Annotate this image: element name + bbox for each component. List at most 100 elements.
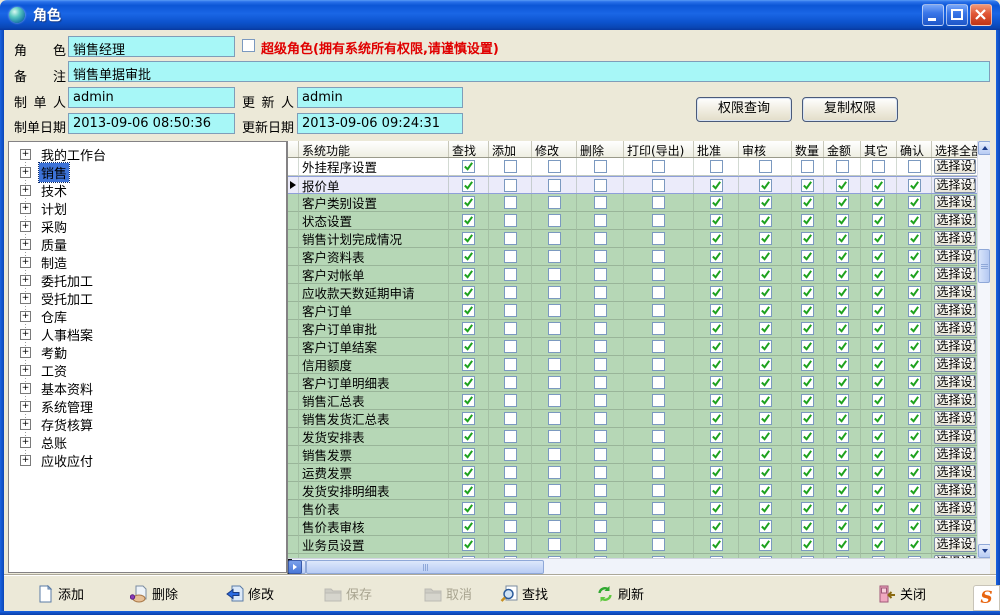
tree-item[interactable]: +总账 bbox=[9, 433, 286, 451]
permission-checkbox[interactable] bbox=[504, 232, 517, 245]
permission-checkbox[interactable] bbox=[759, 179, 772, 192]
toolbar-button[interactable]: 查找 bbox=[494, 580, 554, 607]
tree-item-label[interactable]: 存货核算 bbox=[39, 415, 95, 434]
permission-checkbox[interactable] bbox=[908, 376, 921, 389]
creator-input[interactable]: admin bbox=[68, 87, 235, 108]
permission-checkbox[interactable] bbox=[759, 520, 772, 533]
permission-checkbox[interactable] bbox=[836, 412, 849, 425]
permission-checkbox[interactable] bbox=[504, 196, 517, 209]
permission-checkbox[interactable] bbox=[548, 268, 561, 281]
permission-checkbox[interactable] bbox=[504, 466, 517, 479]
permission-checkbox[interactable] bbox=[759, 160, 772, 173]
permission-checkbox[interactable] bbox=[548, 358, 561, 371]
permission-checkbox[interactable] bbox=[594, 448, 607, 461]
permission-checkbox[interactable] bbox=[594, 520, 607, 533]
permission-checkbox[interactable] bbox=[759, 268, 772, 281]
row-select-button[interactable]: 选择设置 bbox=[934, 465, 976, 480]
close-button[interactable] bbox=[970, 4, 992, 26]
permission-checkbox[interactable] bbox=[462, 520, 475, 533]
maximize-button[interactable] bbox=[946, 4, 968, 26]
permission-checkbox[interactable] bbox=[908, 304, 921, 317]
row-select-button[interactable]: 选择设置 bbox=[934, 339, 976, 354]
permission-checkbox[interactable] bbox=[594, 214, 607, 227]
permission-checkbox[interactable] bbox=[548, 466, 561, 479]
tree-item-label[interactable]: 销售 bbox=[39, 163, 69, 182]
permission-checkbox[interactable] bbox=[836, 250, 849, 263]
tree-item-label[interactable]: 我的工作台 bbox=[39, 145, 108, 164]
row-select-button[interactable]: 选择设置 bbox=[934, 447, 976, 462]
permission-checkbox[interactable] bbox=[548, 448, 561, 461]
permission-checkbox[interactable] bbox=[504, 502, 517, 515]
expand-plus-icon[interactable]: + bbox=[20, 383, 31, 394]
permission-checkbox[interactable] bbox=[908, 179, 921, 192]
tree-item[interactable]: +计划 bbox=[9, 199, 286, 217]
permission-checkbox[interactable] bbox=[801, 232, 814, 245]
permission-checkbox[interactable] bbox=[801, 214, 814, 227]
permission-checkbox[interactable] bbox=[908, 448, 921, 461]
permission-checkbox[interactable] bbox=[594, 250, 607, 263]
remark-input[interactable]: 销售单据审批 bbox=[68, 61, 990, 82]
expand-plus-icon[interactable]: + bbox=[20, 329, 31, 340]
permission-checkbox[interactable] bbox=[710, 232, 723, 245]
permission-checkbox[interactable] bbox=[801, 268, 814, 281]
create-date-input[interactable]: 2013-09-06 08:50:36 bbox=[68, 113, 235, 134]
permission-checkbox[interactable] bbox=[872, 484, 885, 497]
permission-checkbox[interactable] bbox=[462, 286, 475, 299]
grid-row[interactable]: 报价单选择设置 bbox=[288, 176, 978, 194]
tree-item[interactable]: +质量 bbox=[9, 235, 286, 253]
grid-row[interactable]: 销售汇总表选择设置 bbox=[288, 392, 978, 410]
tree-item[interactable]: +技术 bbox=[9, 181, 286, 199]
expand-plus-icon[interactable]: + bbox=[20, 203, 31, 214]
tree-item-label[interactable]: 质量 bbox=[39, 235, 69, 254]
horizontal-scrollbar[interactable] bbox=[288, 558, 990, 574]
grid-row[interactable]: 售价表选择设置 bbox=[288, 500, 978, 518]
grid-row[interactable]: 客户订单结案选择设置 bbox=[288, 338, 978, 356]
permission-checkbox[interactable] bbox=[710, 196, 723, 209]
permission-checkbox[interactable] bbox=[801, 538, 814, 551]
permission-checkbox[interactable] bbox=[594, 232, 607, 245]
permission-checkbox[interactable] bbox=[548, 322, 561, 335]
tree-item[interactable]: +应收应付 bbox=[9, 451, 286, 469]
tree-item-label[interactable]: 采购 bbox=[39, 217, 69, 236]
permission-checkbox[interactable] bbox=[594, 322, 607, 335]
permission-checkbox[interactable] bbox=[710, 466, 723, 479]
permission-checkbox[interactable] bbox=[872, 196, 885, 209]
permission-checkbox[interactable] bbox=[652, 214, 665, 227]
tree-item[interactable]: +制造 bbox=[9, 253, 286, 271]
permission-query-button[interactable]: 权限查询 bbox=[696, 97, 792, 122]
permission-checkbox[interactable] bbox=[836, 538, 849, 551]
permission-checkbox[interactable] bbox=[801, 448, 814, 461]
permission-checkbox[interactable] bbox=[594, 358, 607, 371]
permission-checkbox[interactable] bbox=[872, 322, 885, 335]
permission-checkbox[interactable] bbox=[548, 376, 561, 389]
super-role-checkbox[interactable] bbox=[242, 39, 255, 52]
permission-checkbox[interactable] bbox=[908, 502, 921, 515]
permission-checkbox[interactable] bbox=[594, 502, 607, 515]
permission-checkbox[interactable] bbox=[504, 304, 517, 317]
horizontal-scroll-thumb[interactable] bbox=[306, 560, 544, 574]
row-select-button[interactable]: 选择设置 bbox=[934, 178, 976, 193]
permission-checkbox[interactable] bbox=[710, 394, 723, 407]
permission-checkbox[interactable] bbox=[872, 358, 885, 371]
permission-checkbox[interactable] bbox=[759, 502, 772, 515]
permission-checkbox[interactable] bbox=[594, 179, 607, 192]
permission-checkbox[interactable] bbox=[594, 412, 607, 425]
toolbar-button[interactable]: 修改 bbox=[220, 580, 280, 607]
grid-row[interactable]: 发货安排表选择设置 bbox=[288, 428, 978, 446]
permission-checkbox[interactable] bbox=[462, 214, 475, 227]
permission-checkbox[interactable] bbox=[759, 538, 772, 551]
permission-checkbox[interactable] bbox=[908, 358, 921, 371]
permission-checkbox[interactable] bbox=[594, 196, 607, 209]
permission-checkbox[interactable] bbox=[759, 358, 772, 371]
permission-checkbox[interactable] bbox=[652, 502, 665, 515]
permission-checkbox[interactable] bbox=[462, 448, 475, 461]
permission-checkbox[interactable] bbox=[872, 466, 885, 479]
tree-item[interactable]: +考勤 bbox=[9, 343, 286, 361]
permission-checkbox[interactable] bbox=[548, 340, 561, 353]
permission-checkbox[interactable] bbox=[836, 179, 849, 192]
permission-checkbox[interactable] bbox=[652, 268, 665, 281]
scroll-down-arrow-icon[interactable] bbox=[978, 544, 990, 558]
permission-checkbox[interactable] bbox=[908, 232, 921, 245]
tree-item[interactable]: +采购 bbox=[9, 217, 286, 235]
permission-checkbox[interactable] bbox=[801, 304, 814, 317]
